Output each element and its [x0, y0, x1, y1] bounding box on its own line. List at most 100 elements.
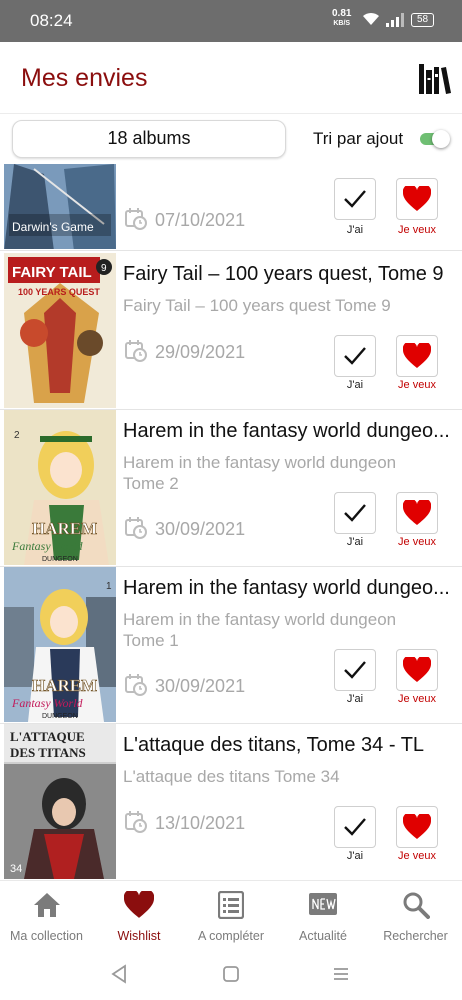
owned-label: J'ai	[346, 224, 364, 236]
nav-wishlist[interactable]: Wishlist	[93, 881, 185, 953]
cover-title: HAREM	[32, 676, 97, 695]
filter-bar: 18 albums Tri par ajout	[0, 114, 462, 164]
bottom-navigation: Ma collection Wishlist A compléter Actua…	[0, 880, 462, 952]
back-icon[interactable]	[110, 964, 128, 984]
series-title: Harem in the fantasy world dungeo...	[123, 420, 450, 442]
check-icon	[344, 818, 366, 836]
want-label: Je veux	[398, 850, 436, 862]
cover-volume: 9	[101, 263, 107, 274]
added-date: 13/10/2021	[125, 811, 245, 834]
heart-icon	[124, 891, 154, 918]
want-button[interactable]	[396, 178, 438, 220]
cover-image: L'ATTAQUE DES TITANS 34	[4, 724, 116, 879]
want-button[interactable]	[396, 492, 438, 534]
check-icon	[344, 661, 366, 679]
album-subtitle: Harem in the fantasy world dungeon Tome …	[123, 453, 397, 493]
cover-image: 2 HAREM Fantasy World DUNGEON	[4, 410, 116, 565]
series-title: Harem in the fantasy world dungeo...	[123, 577, 450, 599]
recents-menu-icon[interactable]	[332, 964, 350, 984]
list-item[interactable]: L'ATTAQUE DES TITANS 34 L'attaque des ti…	[0, 724, 462, 880]
home-icon	[33, 893, 60, 917]
cover-image: Darwin's Game	[4, 164, 116, 249]
want-label: Je veux	[398, 224, 436, 236]
cover-tag: DUNGEON	[42, 713, 78, 720]
app-header: Mes envies	[0, 42, 462, 114]
status-bar: 08:24 0.81 KB/S 58	[0, 0, 462, 42]
page-title: Mes envies	[21, 64, 148, 92]
owned-button[interactable]	[334, 178, 376, 220]
sort-toggle[interactable]	[420, 130, 450, 148]
system-navigation-bar	[0, 952, 462, 1000]
calendar-clock-icon	[125, 517, 147, 539]
added-date: 29/09/2021	[125, 340, 245, 363]
nav-a-completer[interactable]: A compléter	[185, 881, 277, 953]
want-label: Je veux	[398, 379, 436, 391]
added-date: 30/09/2021	[125, 674, 245, 697]
network-speed: 0.81 KB/S	[332, 8, 352, 28]
calendar-clock-icon	[125, 208, 147, 230]
cover-title: Darwin's Game	[12, 220, 94, 234]
check-icon	[344, 504, 366, 522]
owned-label: J'ai	[346, 536, 364, 548]
want-label: Je veux	[398, 536, 436, 548]
album-subtitle: L'attaque des titans Tome 34	[123, 767, 340, 786]
list-item[interactable]: Darwin's Game 07/10/2021 J'ai Je veux	[0, 164, 462, 251]
list-item[interactable]: 1 HAREM Fantasy World DUNGEON Harem in t…	[0, 567, 462, 724]
cover-subtitle: 100 YEARS QUEST	[18, 287, 100, 297]
list-item[interactable]: FAIRY TAIL 100 YEARS QUEST 9 Fairy Tail …	[0, 253, 462, 410]
new-badge-icon	[309, 893, 337, 915]
want-button[interactable]	[396, 649, 438, 691]
home-button-icon[interactable]	[222, 964, 240, 984]
owned-button[interactable]	[334, 492, 376, 534]
calendar-clock-icon	[125, 811, 147, 833]
clock: 08:24	[30, 11, 73, 30]
series-title: Fairy Tail – 100 years quest, Tome 9	[123, 263, 444, 285]
checklist-icon	[218, 891, 244, 919]
list-item[interactable]: 2 HAREM Fantasy World DUNGEON Harem in t…	[0, 410, 462, 567]
albums-count-button[interactable]: 18 albums	[12, 120, 286, 158]
owned-label: J'ai	[346, 850, 364, 862]
cover-image: 1 HAREM Fantasy World DUNGEON	[4, 567, 116, 722]
nav-actualite[interactable]: Actualité	[277, 881, 369, 953]
calendar-clock-icon	[125, 674, 147, 696]
want-button[interactable]	[396, 335, 438, 377]
owned-button[interactable]	[334, 335, 376, 377]
signal-icon	[386, 13, 404, 27]
calendar-clock-icon	[125, 340, 147, 362]
cover-title: HAREM	[32, 519, 97, 538]
cover-tag: DUNGEON	[42, 556, 78, 563]
cover-volume: 34	[10, 863, 22, 875]
wishlist-list: Darwin's Game 07/10/2021 J'ai Je veux FA…	[0, 164, 462, 880]
heart-icon	[403, 657, 431, 682]
sort-label: Tri par ajout	[313, 129, 404, 148]
owned-button[interactable]	[334, 649, 376, 691]
added-date: 30/09/2021	[125, 517, 245, 540]
want-button[interactable]	[396, 806, 438, 848]
heart-icon	[403, 814, 431, 839]
toggle-knob	[432, 130, 450, 148]
added-date: 07/10/2021	[125, 208, 245, 231]
cover-volume: 1	[106, 581, 112, 592]
cover-image: FAIRY TAIL 100 YEARS QUEST 9	[4, 253, 116, 408]
heart-icon	[403, 186, 431, 211]
cover-volume: 2	[14, 430, 20, 441]
cover-title-2: DES TITANS	[10, 745, 86, 760]
album-subtitle: Fairy Tail – 100 years quest Tome 9	[123, 296, 391, 315]
owned-label: J'ai	[346, 693, 364, 705]
check-icon	[344, 347, 366, 365]
check-icon	[344, 190, 366, 208]
library-books-icon[interactable]	[419, 64, 451, 94]
owned-button[interactable]	[334, 806, 376, 848]
heart-icon	[403, 343, 431, 368]
want-label: Je veux	[398, 693, 436, 705]
cover-title: FAIRY TAIL	[12, 264, 92, 281]
nav-rechercher[interactable]: Rechercher	[369, 881, 462, 953]
wifi-icon	[363, 12, 379, 25]
album-subtitle: Harem in the fantasy world dungeon Tome …	[123, 610, 397, 650]
cover-title: L'ATTAQUE	[10, 729, 85, 744]
nav-ma-collection[interactable]: Ma collection	[0, 881, 93, 953]
heart-icon	[403, 500, 431, 525]
series-title: L'attaque des titans, Tome 34 - TL	[123, 734, 425, 756]
search-icon	[403, 892, 430, 919]
cover-subtitle: Fantasy World	[11, 539, 84, 553]
